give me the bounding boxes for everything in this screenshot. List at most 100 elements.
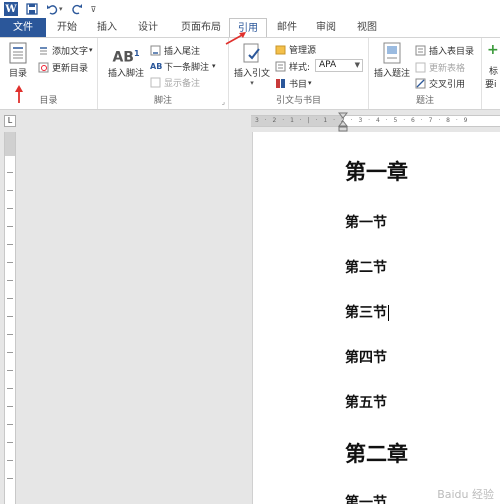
footnote-group: AB1 插入脚注 插入尾注 AB 下一条脚注 ▾ 显示备注 脚注 ⌟ [98, 38, 229, 109]
update-table-button[interactable]: 更新表格 [415, 60, 465, 74]
show-notes-label: 显示备注 [164, 78, 201, 89]
insert-footnote-button[interactable]: AB1 插入脚注 [106, 42, 146, 79]
ruler-tick [7, 370, 13, 371]
update-table-label: 更新表格 [429, 63, 466, 74]
toc-button[interactable]: 目录 [4, 42, 32, 79]
endnote-icon [150, 45, 161, 55]
heading-section-partial[interactable]: 第一节 [345, 492, 387, 504]
vertical-ruler[interactable] [4, 132, 16, 504]
insert-table-of-figures-button[interactable]: 插入表目录 [415, 43, 474, 57]
annotation-arrow-toc [15, 85, 23, 103]
insert-footnote-label: 插入脚注 [107, 69, 144, 79]
annotation-arrow-tab [225, 32, 246, 45]
mark-entry-icon[interactable]: + [487, 42, 499, 58]
toc-button-label: 目录 [8, 69, 27, 79]
tab-view[interactable]: 视图 [352, 18, 382, 37]
footnote-group-label: 脚注 [153, 96, 172, 106]
ruler-tick [7, 352, 13, 353]
table-of-figures-icon [415, 45, 426, 55]
ruler-bar: L 3 · 2 · 1 · | · 1 · 2 · 3 · 4 · 5 · 6 … [0, 110, 500, 132]
tab-home[interactable]: 开始 [52, 18, 82, 37]
update-toc-label: 更新目录 [52, 63, 89, 74]
tab-file[interactable]: 文件 [0, 18, 46, 37]
chevron-down-icon: ▼ [354, 61, 360, 69]
index-group: + 标 要i [482, 38, 500, 109]
ruler-tick [7, 262, 13, 263]
citations-group: 插入引文 ▾ 管理源 样式: APA ▼ 书目 ▾ 引文与书目 [229, 38, 369, 109]
heading-section[interactable]: 第二节 [345, 257, 387, 277]
next-footnote-button[interactable]: AB 下一条脚注 ▾ [150, 59, 216, 73]
watermark: Baidu 经验 [437, 488, 494, 501]
ruler-tick [7, 298, 13, 299]
heading-chapter-1[interactable]: 第一章 [345, 156, 408, 186]
save-icon[interactable] [26, 2, 38, 16]
ruler-tick [7, 190, 13, 191]
tab-page-layout[interactable]: 页面布局 [175, 18, 227, 37]
ruler-tick [7, 280, 13, 281]
show-notes-button[interactable]: 显示备注 [150, 75, 200, 89]
ruler-tick [7, 388, 13, 389]
undo-icon[interactable]: ▾ [46, 2, 63, 16]
captions-group-label: 题注 [415, 96, 434, 106]
tab-design[interactable]: 设计 [133, 18, 163, 37]
manage-sources-button[interactable]: 管理源 [275, 42, 316, 56]
style-icon [275, 61, 286, 71]
bibliography-label: 书目 [289, 79, 308, 90]
add-text-icon [40, 46, 47, 54]
text-cursor [388, 305, 389, 321]
cross-reference-icon [415, 78, 426, 88]
word-logo-icon: W [4, 2, 18, 16]
mark-entry-label-2: 要i [485, 80, 497, 90]
ruler-tick [7, 334, 13, 335]
insert-caption-button[interactable]: 插入题注 [371, 42, 413, 79]
cross-reference-label: 交叉引用 [429, 79, 466, 90]
heading-section[interactable]: 第四节 [345, 347, 387, 367]
chevron-down-icon: ▾ [250, 79, 254, 87]
ruler-tick [7, 226, 13, 227]
manage-sources-label: 管理源 [289, 45, 317, 56]
add-text-button[interactable]: 添加文字 ▾ [38, 43, 93, 57]
style-dropdown[interactable]: APA ▼ [315, 59, 363, 72]
update-toc-button[interactable]: 更新目录 [38, 60, 88, 74]
ruler-tick [7, 460, 13, 461]
redo-icon[interactable] [71, 2, 83, 16]
heading-section[interactable]: 第一节 [345, 212, 387, 232]
toc-icon [9, 42, 27, 64]
ruler-tick [7, 208, 13, 209]
heading-section[interactable]: 第五节 [345, 392, 387, 412]
indent-marker-icon[interactable] [338, 112, 348, 132]
bibliography-icon [276, 78, 285, 88]
tab-selector[interactable]: L [4, 115, 16, 127]
update-table-icon [415, 62, 426, 72]
style-value: APA [319, 60, 337, 70]
insert-endnote-button[interactable]: 插入尾注 [150, 43, 200, 57]
heading-section-with-cursor[interactable]: 第三节 [345, 302, 389, 322]
insert-caption-icon [383, 42, 401, 64]
cross-reference-button[interactable]: 交叉引用 [415, 76, 465, 90]
footnote-dialog-launcher-icon[interactable]: ⌟ [222, 98, 225, 106]
ruler-tick [7, 244, 13, 245]
add-text-label: 添加文字 [52, 46, 89, 57]
tab-mailings[interactable]: 邮件 [272, 18, 302, 37]
tab-review[interactable]: 审阅 [311, 18, 341, 37]
captions-group: 插入题注 插入表目录 更新表格 交叉引用 题注 [369, 38, 482, 109]
vertical-ruler-margin [5, 132, 15, 156]
customize-toolbar-icon[interactable]: ⊽ [91, 2, 97, 16]
citations-group-label: 引文与书目 [275, 96, 321, 106]
mark-entry-label: 标 [489, 67, 499, 77]
heading-chapter-2[interactable]: 第二章 [345, 438, 408, 468]
insert-table-of-figures-label: 插入表目录 [429, 46, 475, 57]
bibliography-button[interactable]: 书目 ▾ [275, 76, 312, 90]
next-footnote-label: 下一条脚注 [164, 62, 210, 73]
style-label: 样式: [289, 62, 311, 73]
tab-insert[interactable]: 插入 [92, 18, 122, 37]
quick-access-toolbar: W ▾ ⊽ [0, 0, 500, 18]
manage-sources-icon [275, 45, 286, 54]
update-toc-icon [38, 62, 49, 72]
insert-citation-button[interactable]: 插入引文 ▾ [232, 42, 272, 87]
document-page[interactable]: 第一章 第一节 第二节 第三节 第四节 第五节 第二章 第一节 [252, 132, 500, 504]
ruler-tick [7, 424, 13, 425]
ribbon-tabs: 文件 开始 插入 设计 页面布局 引用 邮件 审阅 视图 [0, 18, 500, 38]
insert-caption-label: 插入题注 [373, 69, 410, 79]
horizontal-ruler[interactable]: 3 · 2 · 1 · | · 1 · 2 · 3 · 4 · 5 · 6 · … [251, 115, 500, 127]
